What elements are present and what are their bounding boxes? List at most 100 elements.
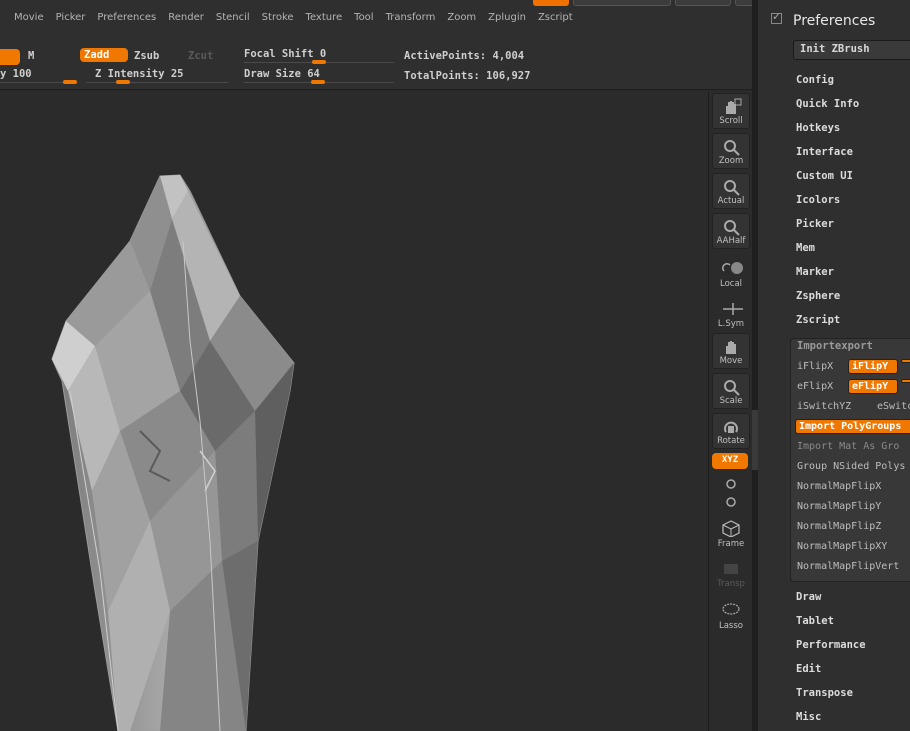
pref-tablet[interactable]: Tablet [796, 615, 834, 627]
local-button[interactable]: Local [712, 255, 750, 291]
move-button[interactable]: Move [712, 333, 750, 369]
normalmap-flipy-button[interactable]: NormalMapFlipY [797, 501, 881, 512]
top-toolbar: M Zadd Zsub Zcut y 100 Z Intensity 25 Fo… [0, 38, 755, 90]
menu-tool[interactable]: Tool [348, 12, 379, 23]
scroll-button[interactable]: Scroll [712, 93, 750, 129]
menu-render[interactable]: Render [162, 12, 210, 23]
top-script-button[interactable] [573, 0, 671, 6]
rotate-button[interactable]: Rotate [712, 413, 750, 449]
pref-edit[interactable]: Edit [796, 663, 821, 675]
m-toggle[interactable]: M [28, 50, 34, 62]
normalmap-flipz-button[interactable]: NormalMapFlipZ [797, 521, 881, 532]
lasso-button[interactable]: Lasso [712, 597, 750, 633]
iswitchyz-button[interactable]: iSwitchYZ [797, 401, 851, 412]
magnifier-icon [724, 140, 740, 156]
sculpt-mesh [51, 174, 295, 731]
draw-size-knob[interactable] [311, 80, 325, 84]
scale-label: Scale [719, 396, 743, 406]
rgb-intensity-knob[interactable] [63, 80, 77, 84]
z-intensity-track[interactable] [86, 82, 228, 83]
pref-zscript[interactable]: Zscript [796, 314, 840, 326]
pref-hotkeys[interactable]: Hotkeys [796, 122, 840, 134]
normalmap-flipxy-button[interactable]: NormalMapFlipXY [797, 541, 887, 552]
import-polygroups-button[interactable]: Import PolyGroups [795, 419, 910, 434]
import-mat-as-groups-button[interactable]: Import Mat As Gro [797, 441, 899, 452]
menu-movie[interactable]: Movie [8, 12, 50, 23]
menu-zoom[interactable]: Zoom [441, 12, 482, 23]
preferences-title[interactable]: Preferences [793, 13, 875, 29]
eflipx-button[interactable]: eFlipX [797, 381, 833, 392]
z-intensity-slider-label[interactable]: Z Intensity 25 [95, 68, 184, 80]
pref-zsphere[interactable]: Zsphere [796, 290, 840, 302]
menu-stencil[interactable]: Stencil [210, 12, 256, 23]
pref-interface[interactable]: Interface [796, 146, 853, 158]
eflipz-button[interactable] [901, 379, 910, 383]
pref-mem[interactable]: Mem [796, 242, 815, 254]
mrgb-toggle-button[interactable] [0, 49, 20, 65]
scale-button[interactable]: Scale [712, 373, 750, 409]
rgb-intensity-slider-label[interactable]: y 100 [0, 68, 32, 80]
rotate-icon [724, 421, 738, 433]
scroll-label: Scroll [719, 116, 743, 126]
actual-button[interactable]: Actual [712, 173, 750, 209]
pref-quick-info[interactable]: Quick Info [796, 98, 859, 110]
menu-texture[interactable]: Texture [300, 12, 349, 23]
menu-preferences[interactable]: Preferences [91, 12, 162, 23]
menu-items: Movie Picker Preferences Render Stencil … [8, 12, 579, 23]
scale-icon [724, 380, 740, 396]
zsub-button[interactable]: Zsub [134, 50, 159, 62]
top-orange-button[interactable] [533, 0, 569, 6]
menu-transform[interactable]: Transform [380, 12, 442, 23]
aahalf-button[interactable]: AAHalf [712, 213, 750, 249]
pref-picker[interactable]: Picker [796, 218, 834, 230]
lsym-button[interactable]: L.Sym [712, 295, 750, 331]
zadd-button[interactable]: Zadd [80, 48, 128, 62]
importexport-title[interactable]: Importexport [797, 340, 873, 352]
zcut-button[interactable]: Zcut [188, 50, 213, 62]
hand-icon [726, 98, 742, 114]
symmetry-arrows-icon [723, 303, 743, 315]
preferences-pin-checkbox[interactable] [771, 10, 782, 24]
pref-config[interactable]: Config [796, 74, 834, 86]
pref-custom-ui[interactable]: Custom UI [796, 170, 853, 182]
menu-zplugin[interactable]: Zplugin [482, 12, 532, 23]
normalmap-flipx-button[interactable]: NormalMapFlipX [797, 481, 881, 492]
lasso-label: Lasso [718, 621, 743, 631]
focal-shift-knob[interactable] [312, 60, 326, 64]
frame-label: Frame [717, 539, 745, 549]
group-nsided-polys-button[interactable]: Group NSided Polys [797, 461, 905, 472]
local-sphere-icon [722, 262, 743, 274]
zoom-label: Zoom [718, 156, 744, 166]
pref-performance[interactable]: Performance [796, 639, 866, 651]
pref-draw[interactable]: Draw [796, 591, 821, 603]
top-right-buttons [533, 0, 785, 6]
menu-stroke[interactable]: Stroke [256, 12, 300, 23]
normalmap-flipvert-button[interactable]: NormalMapFlipVert [797, 561, 899, 572]
iflipy-button[interactable]: iFlipY [848, 359, 898, 374]
transp-button[interactable]: Transp [712, 555, 750, 591]
eflipy-button[interactable]: eFlipY [848, 379, 898, 394]
pref-icolors[interactable]: Icolors [796, 194, 840, 206]
cube-icon [722, 520, 740, 537]
frame-button[interactable]: Frame [712, 515, 750, 551]
iflipz-button[interactable] [901, 359, 910, 363]
top-help-button[interactable] [675, 0, 731, 6]
iflipx-button[interactable]: iFlipX [797, 361, 833, 372]
preferences-panel: Preferences Init ZBrush Config Quick Inf… [758, 0, 910, 731]
menu-picker[interactable]: Picker [50, 12, 92, 23]
init-zbrush-button[interactable]: Init ZBrush [793, 40, 910, 60]
z-intensity-knob[interactable] [116, 80, 130, 84]
draw-size-slider-label[interactable]: Draw Size 64 [244, 68, 320, 80]
pref-marker[interactable]: Marker [796, 266, 834, 278]
rotate-y-button[interactable] [712, 471, 750, 491]
pref-transpose[interactable]: Transpose [796, 687, 853, 699]
menu-zscript[interactable]: Zscript [532, 12, 579, 23]
eswitchyz-button[interactable]: eSwitc [877, 401, 910, 412]
lsym-label: L.Sym [717, 319, 745, 329]
focal-shift-slider-label[interactable]: Focal Shift 0 [244, 48, 326, 60]
canvas-viewport[interactable] [0, 91, 708, 731]
rotate-z-button[interactable] [712, 489, 750, 509]
zoom-button[interactable]: Zoom [712, 133, 750, 169]
pref-misc[interactable]: Misc [796, 711, 821, 723]
xyz-toggle[interactable]: XYZ [712, 453, 748, 469]
